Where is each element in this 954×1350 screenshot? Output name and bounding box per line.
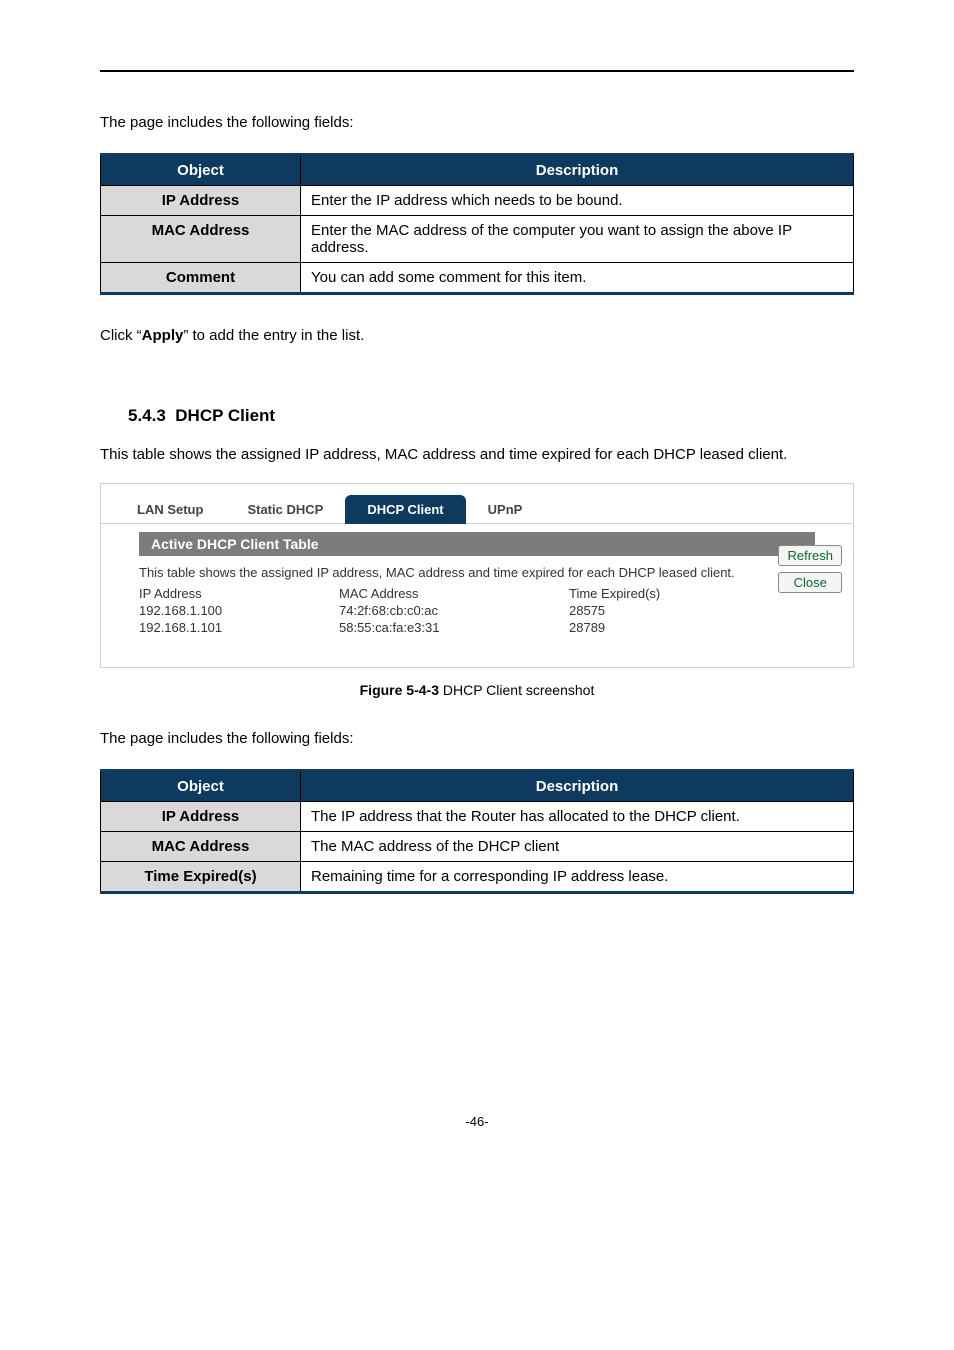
dhcp-row: 192.168.1.101 58:55:ca:fa:e3:31 28789 [139,620,815,635]
table2-row1-object: MAC Address [101,832,301,862]
tab-dhcp-client[interactable]: DHCP Client [345,495,465,524]
tab-static-dhcp[interactable]: Static DHCP [225,495,345,524]
table1-row0-desc: Enter the IP address which needs to be b… [301,186,854,216]
table2-header-desc: Description [301,771,854,802]
tab-lan-setup[interactable]: LAN Setup [115,495,225,524]
screenshot-box: LAN Setup Static DHCP DHCP Client UPnP A… [100,483,854,668]
close-button[interactable]: Close [778,572,842,593]
refresh-button[interactable]: Refresh [778,545,842,566]
table1-header-desc: Description [301,155,854,186]
apply-instruction: Click “Apply” to add the entry in the li… [100,325,854,346]
table-row: MAC Address The MAC address of the DHCP … [101,832,854,862]
intro-text-1: The page includes the following fields: [100,112,854,133]
side-buttons: Refresh Close [778,545,842,593]
table1-row2-object: Comment [101,263,301,294]
table2-row0-object: IP Address [101,802,301,832]
table-row: MAC Address Enter the MAC address of the… [101,216,854,263]
click-suffix: ” to add the entry in the list. [183,327,364,344]
col-header-mac: MAC Address [339,586,569,601]
page-number: -46- [100,1114,854,1129]
section-heading: 5.4.3 DHCP Client [128,406,854,426]
col-header-ip: IP Address [139,586,339,601]
table-row: Time Expired(s) Remaining time for a cor… [101,862,854,893]
table1-row1-desc: Enter the MAC address of the computer yo… [301,216,854,263]
section-intro: This table shows the assigned IP address… [100,444,854,465]
top-rule [100,70,854,72]
table1-row2-desc: You can add some comment for this item. [301,263,854,294]
panel-title: Active DHCP Client Table [139,532,815,556]
dhcp-row1-mac: 58:55:ca:fa:e3:31 [339,620,569,635]
tab-upnp[interactable]: UPnP [466,495,545,524]
table1-row0-object: IP Address [101,186,301,216]
section-title: DHCP Client [175,406,275,425]
dhcp-row0-mac: 74:2f:68:cb:c0:ac [339,603,569,618]
caption-rest: DHCP Client screenshot [439,682,594,698]
dhcp-row0-time: 28575 [569,603,729,618]
table1-header-object: Object [101,155,301,186]
table2-header-object: Object [101,771,301,802]
intro-text-2: The page includes the following fields: [100,728,854,749]
table-row: IP Address Enter the IP address which ne… [101,186,854,216]
dhcp-row1-ip: 192.168.1.101 [139,620,339,635]
fields-table-1: Object Description IP Address Enter the … [100,153,854,295]
dhcp-row0-ip: 192.168.1.100 [139,603,339,618]
table1-row1-object: MAC Address [101,216,301,263]
caption-bold: Figure 5-4-3 [360,682,439,698]
table-row: IP Address The IP address that the Route… [101,802,854,832]
table2-row1-desc: The MAC address of the DHCP client [301,832,854,862]
click-prefix: Click “ [100,327,142,344]
col-header-time: Time Expired(s) [569,586,729,601]
fields-table-2: Object Description IP Address The IP add… [100,769,854,894]
table2-row2-desc: Remaining time for a corresponding IP ad… [301,862,854,893]
section-number: 5.4.3 [128,406,166,425]
dhcp-row: 192.168.1.100 74:2f:68:cb:c0:ac 28575 [139,603,815,618]
dhcp-row1-time: 28789 [569,620,729,635]
panel-desc: This table shows the assigned IP address… [139,556,815,584]
click-bold: Apply [142,327,184,344]
table2-row0-desc: The IP address that the Router has alloc… [301,802,854,832]
figure-caption: Figure 5-4-3 DHCP Client screenshot [100,682,854,698]
table2-row2-object: Time Expired(s) [101,862,301,893]
tabs-row: LAN Setup Static DHCP DHCP Client UPnP [101,494,853,524]
dhcp-client-screenshot: LAN Setup Static DHCP DHCP Client UPnP A… [100,483,854,668]
table-row: Comment You can add some comment for thi… [101,263,854,294]
dhcp-table-header: IP Address MAC Address Time Expired(s) [139,586,815,601]
